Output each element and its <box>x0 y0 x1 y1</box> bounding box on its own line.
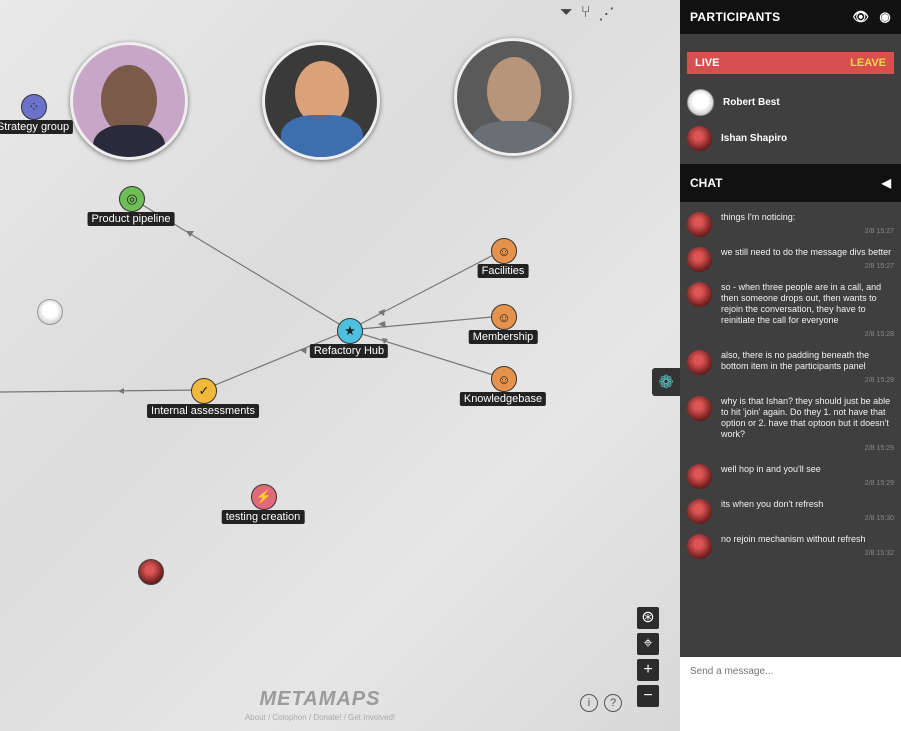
locate-icon[interactable]: ⌖ <box>637 633 659 655</box>
side-panel: PARTICIPANTS 👁 ◉ LIVE LEAVE Robert Best … <box>680 0 901 731</box>
chat-message: no rejoin mechanism without refresh 2/8 1… <box>680 528 901 563</box>
avatar <box>687 212 712 237</box>
map-canvas[interactable]: ⏷ ⑂ ⋰ ⁘ Strategy group ◎ Product pipelin… <box>0 0 680 731</box>
message-text: also, there is no padding beneath the bo… <box>721 350 870 371</box>
message-text: its when you don't refresh <box>721 499 824 509</box>
info-buttons: i ? <box>580 694 622 712</box>
synapse-line[interactable] <box>0 389 204 393</box>
topic-label[interactable]: Product pipeline <box>87 212 175 226</box>
center-icon[interactable]: ⊛ <box>637 607 659 629</box>
topic-icon[interactable]: ✓ <box>191 378 217 404</box>
chat-message: things I'm noticing: 2/8 15:27 <box>680 206 901 241</box>
message-time: 2/8 15:32 <box>864 550 894 557</box>
info-icon[interactable]: i <box>580 694 598 712</box>
avatar <box>687 88 714 116</box>
message-time: 2/8 15:27 <box>864 228 894 235</box>
fork-icon[interactable]: ⑂ <box>581 4 591 24</box>
chat-message: well hop in and you'll see 2/8 15:29 <box>680 458 901 493</box>
chat-composer <box>680 657 901 731</box>
filter-icon[interactable]: ⏷ <box>560 4 573 24</box>
metamaps-logo[interactable]: METAMAPS <box>230 688 410 711</box>
message-text: well hop in and you'll see <box>721 464 821 474</box>
synapse-line[interactable] <box>202 329 350 391</box>
sound-icon[interactable]: ◀ <box>882 176 891 190</box>
chat-messages[interactable]: things I'm noticing: 2/8 15:27 we still n… <box>680 206 901 656</box>
topic-label[interactable]: Membership <box>468 330 538 344</box>
avatar <box>687 350 712 375</box>
footer-links[interactable]: About / Colophon / Donate! / Get Involve… <box>230 713 410 722</box>
message-time: 2/8 15:30 <box>864 515 894 522</box>
zoom-in-button[interactable]: + <box>637 659 659 681</box>
participant-name: Ishan Shapiro <box>721 132 788 144</box>
camera-toggle-icon[interactable]: ◉ <box>879 9 891 25</box>
leave-button[interactable]: LEAVE <box>850 57 886 69</box>
avatar <box>687 282 712 307</box>
chat-toggle-icon[interactable]: ❁ <box>652 368 680 396</box>
chat-title: CHAT <box>690 176 723 190</box>
avatar <box>687 396 712 421</box>
message-time: 2/8 15:29 <box>864 377 894 384</box>
message-text: we still need to do the message divs bet… <box>721 247 892 257</box>
footer-brand: METAMAPS About / Colophon / Donate! / Ge… <box>230 688 410 722</box>
message-input[interactable] <box>688 665 892 678</box>
message-text: no rejoin mechanism without refresh <box>721 534 866 544</box>
topic-icon[interactable]: ⁘ <box>21 94 47 120</box>
video-participant-3 <box>454 38 572 156</box>
topic-icon[interactable]: ◎ <box>119 186 145 212</box>
avatar <box>687 499 712 524</box>
help-icon[interactable]: ? <box>604 694 622 712</box>
video-participant-1 <box>70 42 188 160</box>
message-time: 2/8 15:28 <box>864 331 894 338</box>
map-tools: ⏷ ⑂ ⋰ <box>560 4 614 24</box>
topic-icon[interactable]: ⚡ <box>251 484 277 510</box>
topic-icon[interactable]: ☺ <box>491 238 517 264</box>
avatar <box>687 464 712 489</box>
chat-message: we still need to do the message divs bet… <box>680 241 901 276</box>
user-avatar[interactable] <box>138 559 164 585</box>
video-participant-2 <box>262 42 380 160</box>
topic-label[interactable]: Facilities <box>477 264 529 278</box>
message-text: why is that Ishan? they should just be a… <box>721 396 891 439</box>
message-text: so - when three people are in a call, an… <box>721 282 882 325</box>
topic-label[interactable]: testing creation <box>221 510 305 524</box>
message-time: 2/8 15:27 <box>864 263 894 270</box>
topic-label[interactable]: Strategy group <box>0 120 74 134</box>
chat-message: why is that Ishan? they should just be a… <box>680 390 901 458</box>
topic-label[interactable]: Internal assessments <box>147 404 259 418</box>
participant-name: Robert Best <box>723 96 780 108</box>
topic-icon[interactable]: ☺ <box>491 366 517 392</box>
live-bar: LIVE LEAVE <box>687 52 894 74</box>
chat-message: its when you don't refresh 2/8 15:30 <box>680 493 901 528</box>
avatar <box>687 125 712 151</box>
live-label: LIVE <box>695 57 720 69</box>
avatar <box>687 247 712 272</box>
topic-label[interactable]: Knowledgebase <box>459 392 547 406</box>
add-synapse-icon[interactable]: ⋰ <box>598 4 614 24</box>
message-time: 2/8 15:29 <box>864 480 894 487</box>
topic-label[interactable]: Refactory Hub <box>309 344 389 358</box>
message-time: 2/8 15:29 <box>864 445 894 452</box>
participant-item[interactable]: Robert Best <box>680 84 901 120</box>
chat-header: CHAT ◀ <box>680 164 901 202</box>
chat-message: also, there is no padding beneath the bo… <box>680 344 901 390</box>
message-text: things I'm noticing: <box>721 212 796 222</box>
view-icon[interactable]: 👁 <box>853 9 870 25</box>
chat-message: so - when three people are in a call, an… <box>680 276 901 344</box>
map-controls: ⊛ ⌖ + − <box>637 607 659 707</box>
participants-header: PARTICIPANTS 👁 ◉ <box>680 0 901 34</box>
avatar <box>687 534 712 559</box>
participant-item[interactable]: Ishan Shapiro <box>680 120 901 156</box>
zoom-out-button[interactable]: − <box>637 685 659 707</box>
participants-title: PARTICIPANTS <box>690 10 781 24</box>
user-avatar[interactable] <box>37 299 63 325</box>
topic-icon[interactable]: ★ <box>337 318 363 344</box>
topic-icon[interactable]: ☺ <box>491 304 517 330</box>
